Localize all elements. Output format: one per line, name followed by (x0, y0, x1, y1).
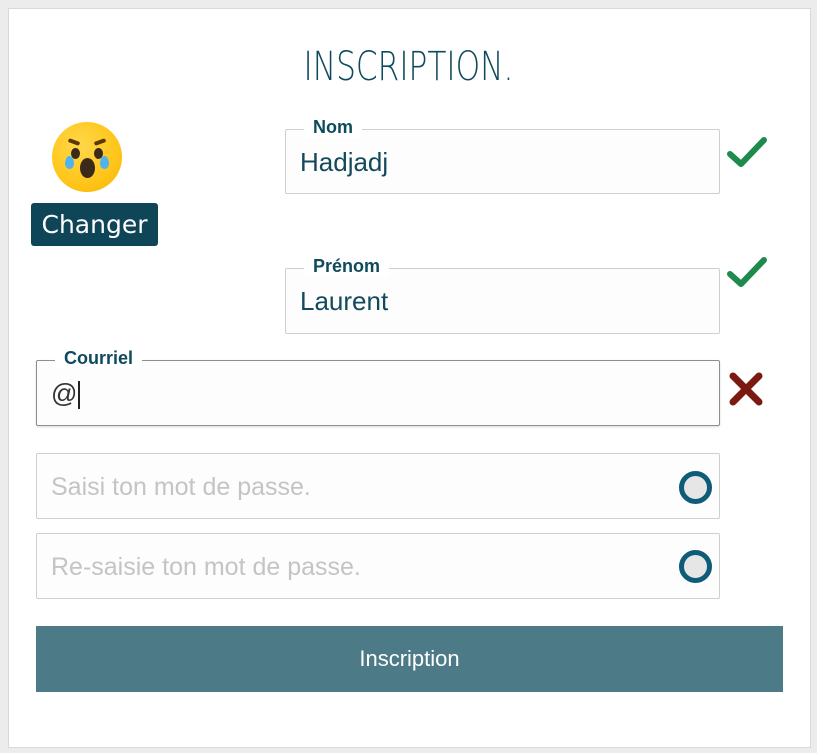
nom-value: Hadjadj (300, 147, 389, 177)
crying-face-icon (52, 122, 122, 192)
avatar-mouth (80, 158, 95, 178)
password-status-indicator (679, 471, 712, 504)
password-confirm-placeholder: Re-saisie ton mot de passe. (51, 553, 361, 581)
courriel-invalid-x-icon (729, 372, 763, 406)
submit-button[interactable]: Inscription (36, 626, 783, 692)
nom-field[interactable]: Nom Hadjadj (285, 116, 720, 194)
avatar-brow-right (93, 138, 107, 146)
password-confirm-field[interactable]: Re-saisie ton mot de passe. (36, 533, 720, 599)
avatar-tear-right (100, 156, 109, 169)
password-field[interactable]: Saisi ton mot de passe. (36, 453, 720, 519)
avatar-brow-left (67, 138, 81, 146)
courriel-input-wrapper: @ (51, 378, 81, 410)
prenom-value: Laurent (300, 286, 389, 316)
prenom-valid-check-icon (727, 257, 767, 287)
nom-valid-check-icon (727, 137, 767, 167)
text-caret (78, 381, 81, 410)
prenom-field[interactable]: Prénom Laurent (285, 255, 720, 334)
password-confirm-status-indicator (679, 550, 712, 583)
prenom-label: Prénom (304, 255, 390, 277)
courriel-field[interactable]: Courriel @ (36, 347, 720, 426)
courriel-label: Courriel (55, 347, 143, 369)
change-avatar-button[interactable]: Changer (31, 203, 158, 246)
password-placeholder: Saisi ton mot de passe. (51, 473, 311, 501)
page-title: INSCRIPTION. (303, 44, 514, 90)
avatar-tear-left (65, 156, 74, 169)
nom-label: Nom (304, 116, 362, 138)
courriel-value: @ (51, 378, 78, 408)
